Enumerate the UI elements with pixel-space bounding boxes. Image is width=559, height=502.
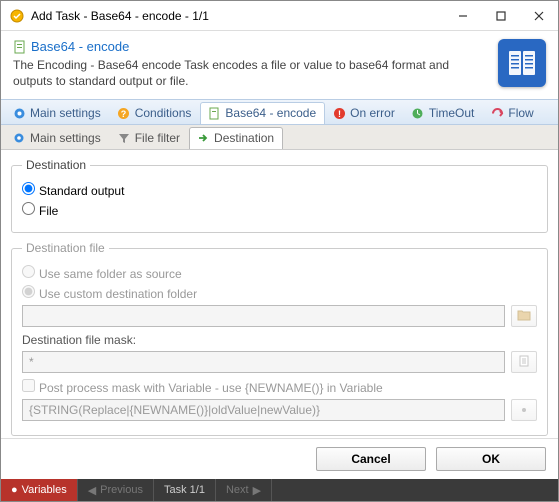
tab-base64-encode[interactable]: Base64 - encode xyxy=(200,102,325,124)
page-icon xyxy=(207,106,221,120)
cancel-button[interactable]: Cancel xyxy=(316,447,426,471)
clock-icon xyxy=(411,106,425,120)
minimize-button[interactable] xyxy=(444,1,482,30)
tab-on-error[interactable]: !On error xyxy=(325,102,404,124)
gear-icon xyxy=(12,106,26,120)
destination-group: Destination Standard output File xyxy=(11,158,548,233)
task-description: The Encoding - Base64 encode Task encode… xyxy=(13,58,488,89)
subtab-file-filter[interactable]: File filter xyxy=(110,127,189,149)
svg-text:!: ! xyxy=(338,109,341,119)
close-button[interactable] xyxy=(520,1,558,30)
postprocess-expression-input xyxy=(22,399,505,421)
task-large-icon xyxy=(498,39,546,87)
gear-icon xyxy=(12,131,26,145)
dot-icon xyxy=(519,403,529,418)
custom-folder-input xyxy=(22,305,505,327)
dot-icon: ● xyxy=(11,484,18,496)
tab-timeout[interactable]: TimeOut xyxy=(404,102,484,124)
status-variables[interactable]: ●Variables xyxy=(1,479,78,501)
mask-picker-button xyxy=(511,351,537,373)
tab-conditions[interactable]: ?Conditions xyxy=(110,102,201,124)
radio-custom-folder: Use custom destination folder xyxy=(22,285,197,301)
svg-text:?: ? xyxy=(121,109,127,119)
chevron-right-icon: ▶ xyxy=(253,484,261,497)
destination-file-group: Destination file Use same folder as sour… xyxy=(11,241,548,436)
document-icon xyxy=(518,355,530,370)
subtab-main-settings[interactable]: Main settings xyxy=(5,127,110,149)
file-mask-input xyxy=(22,351,505,373)
status-next[interactable]: Next ▶ xyxy=(216,479,272,501)
main-tabs: Main settings ?Conditions Base64 - encod… xyxy=(1,99,558,125)
arrow-right-icon xyxy=(196,131,210,145)
postprocess-checkbox: Post process mask with Variable - use {N… xyxy=(22,379,383,395)
app-icon xyxy=(9,8,25,24)
sub-tabs: Main settings File filter Destination xyxy=(1,125,558,150)
filter-icon xyxy=(117,131,131,145)
browse-folder-button xyxy=(511,305,537,327)
mask-label: Destination file mask: xyxy=(22,333,537,347)
radio-same-folder: Use same folder as source xyxy=(22,265,182,281)
error-icon: ! xyxy=(332,106,346,120)
destination-legend: Destination xyxy=(22,158,90,172)
radio-standard-output[interactable]: Standard output xyxy=(22,182,124,198)
status-task[interactable]: Task 1/1 xyxy=(154,479,216,501)
tab-main-settings[interactable]: Main settings xyxy=(5,102,110,124)
page-icon xyxy=(13,40,27,54)
ok-button[interactable]: OK xyxy=(436,447,546,471)
task-title: Base64 - encode xyxy=(31,39,129,54)
subtab-destination[interactable]: Destination xyxy=(189,127,283,149)
radio-file[interactable]: File xyxy=(22,202,58,218)
window-title: Add Task - Base64 - encode - 1/1 xyxy=(31,9,444,23)
chevron-left-icon: ◀ xyxy=(88,484,96,497)
tab-flow[interactable]: Flow xyxy=(483,102,542,124)
question-icon: ? xyxy=(117,106,131,120)
maximize-button[interactable] xyxy=(482,1,520,30)
flow-icon xyxy=(490,106,504,120)
folder-icon xyxy=(517,309,531,324)
status-previous[interactable]: ◀Previous xyxy=(78,479,154,501)
destination-file-legend: Destination file xyxy=(22,241,109,255)
expression-picker-button xyxy=(511,399,537,421)
